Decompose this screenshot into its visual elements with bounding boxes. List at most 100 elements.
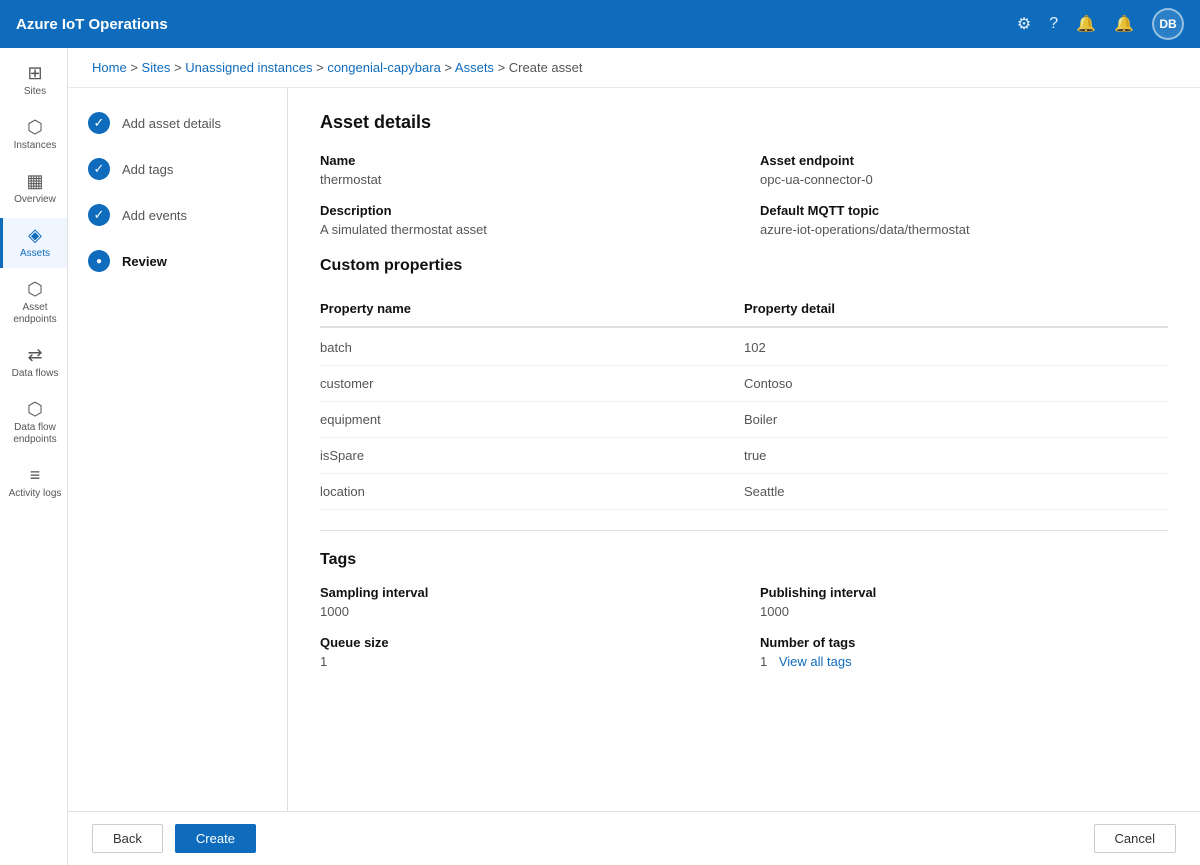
- prop-val-isspare: true: [744, 448, 1168, 463]
- prop-val-batch: 102: [744, 340, 1168, 355]
- wizard-step-label-review: Review: [122, 254, 167, 269]
- topnav-icons: ⚙ ? 🔔 🔔 DB: [1017, 8, 1184, 40]
- breadcrumb-home[interactable]: Home: [92, 60, 127, 75]
- prop-row-location: location Seattle: [320, 474, 1168, 510]
- prop-key-batch: batch: [320, 340, 744, 355]
- sidebar-label-instances: Instances: [14, 140, 57, 152]
- create-button[interactable]: Create: [175, 824, 256, 853]
- field-sampling-interval: Sampling interval 1000: [320, 585, 728, 619]
- prop-key-isspare: isSpare: [320, 448, 744, 463]
- sites-icon: ⊞: [27, 64, 42, 82]
- field-description-value: A simulated thermostat asset: [320, 222, 728, 237]
- prop-key-equipment: equipment: [320, 412, 744, 427]
- sampling-interval-value: 1000: [320, 604, 728, 619]
- field-queue-size: Queue size 1: [320, 635, 728, 669]
- main-layout: ⊞ Sites ⬡ Instances ▦ Overview ◈ Assets …: [0, 48, 1200, 865]
- breadcrumb-congenial-capybara[interactable]: congenial-capybara: [327, 60, 440, 75]
- wizard-step-label-add-events: Add events: [122, 208, 187, 223]
- tags-section: Sampling interval 1000 Publishing interv…: [320, 585, 1168, 669]
- wizard-step-icon-review: ●: [88, 250, 110, 272]
- publishing-interval-label: Publishing interval: [760, 585, 1168, 600]
- section-divider: [320, 530, 1168, 531]
- prop-row-isspare: isSpare true: [320, 438, 1168, 474]
- wizard-step-add-events[interactable]: Add events: [88, 204, 267, 226]
- wizard-step-review[interactable]: ● Review: [88, 250, 267, 272]
- notification-icon[interactable]: 🔔: [1114, 14, 1134, 34]
- field-name-value: thermostat: [320, 172, 728, 187]
- prop-header-row: Property name Property detail: [320, 291, 1168, 328]
- field-description-label: Description: [320, 203, 728, 218]
- data-flows-icon: ⇄: [27, 346, 42, 364]
- help-icon[interactable]: ?: [1049, 15, 1058, 33]
- prop-row-batch: batch 102: [320, 330, 1168, 366]
- field-name: Name thermostat: [320, 153, 728, 187]
- sidebar-item-data-flows[interactable]: ⇄ Data flows: [0, 338, 67, 388]
- prop-key-customer: customer: [320, 376, 744, 391]
- sidebar: ⊞ Sites ⬡ Instances ▦ Overview ◈ Assets …: [0, 48, 68, 865]
- prop-val-equipment: Boiler: [744, 412, 1168, 427]
- cancel-button[interactable]: Cancel: [1094, 824, 1176, 853]
- number-of-tags-value: 1 View all tags: [760, 654, 1168, 669]
- queue-size-value: 1: [320, 654, 728, 669]
- breadcrumb-unassigned-instances[interactable]: Unassigned instances: [185, 60, 312, 75]
- tags-count: 1: [760, 654, 767, 669]
- sidebar-item-overview[interactable]: ▦ Overview: [0, 164, 67, 214]
- field-name-label: Name: [320, 153, 728, 168]
- sidebar-label-overview: Overview: [14, 194, 56, 206]
- checkmark-icon: [94, 115, 105, 131]
- wizard-steps: Add asset details Add tags Add events: [68, 88, 288, 811]
- dot-icon: ●: [96, 256, 102, 267]
- sidebar-item-data-flow-endpoints[interactable]: ⬡ Data flow endpoints: [0, 392, 67, 454]
- activity-logs-icon: ≡: [30, 466, 41, 484]
- field-default-mqtt-topic-label: Default MQTT topic: [760, 203, 1168, 218]
- asset-endpoints-icon: ⬡: [27, 280, 43, 298]
- topnav: Azure IoT Operations ⚙ ? 🔔 🔔 DB: [0, 0, 1200, 48]
- breadcrumb-current: Create asset: [509, 60, 583, 75]
- wizard-step-add-tags[interactable]: Add tags: [88, 158, 267, 180]
- prop-row-customer: customer Contoso: [320, 366, 1168, 402]
- prop-val-customer: Contoso: [744, 376, 1168, 391]
- tags-field-grid: Sampling interval 1000 Publishing interv…: [320, 585, 1168, 669]
- wizard-step-icon-add-events: [88, 204, 110, 226]
- sidebar-label-assets: Assets: [20, 248, 50, 260]
- breadcrumb-sites[interactable]: Sites: [142, 60, 171, 75]
- checkmark-icon-2: [94, 161, 105, 177]
- view-all-tags-link[interactable]: View all tags: [779, 654, 852, 669]
- field-description: Description A simulated thermostat asset: [320, 203, 728, 237]
- settings-icon[interactable]: ⚙: [1017, 14, 1031, 34]
- feedback-icon[interactable]: 🔔: [1076, 14, 1096, 34]
- checkmark-icon-3: [94, 207, 105, 223]
- sidebar-item-instances[interactable]: ⬡ Instances: [0, 110, 67, 160]
- queue-size-label: Queue size: [320, 635, 728, 650]
- wizard-step-label-add-tags: Add tags: [122, 162, 173, 177]
- number-of-tags-label: Number of tags: [760, 635, 1168, 650]
- publishing-interval-value: 1000: [760, 604, 1168, 619]
- back-button[interactable]: Back: [92, 824, 163, 853]
- field-publishing-interval: Publishing interval 1000: [760, 585, 1168, 619]
- app-title: Azure IoT Operations: [16, 16, 1005, 33]
- footer: Back Create Cancel: [68, 811, 1200, 865]
- content-area: Home > Sites > Unassigned instances > co…: [68, 48, 1200, 865]
- user-avatar[interactable]: DB: [1152, 8, 1184, 40]
- asset-details-title: Asset details: [320, 112, 1168, 133]
- sidebar-item-sites[interactable]: ⊞ Sites: [0, 56, 67, 106]
- breadcrumb-assets[interactable]: Assets: [455, 60, 494, 75]
- tags-section-title: Tags: [320, 551, 1168, 569]
- sidebar-item-activity-logs[interactable]: ≡ Activity logs: [0, 458, 67, 508]
- wizard-step-label-add-asset-details: Add asset details: [122, 116, 221, 131]
- sidebar-label-data-flows: Data flows: [12, 368, 59, 380]
- wizard-layout: Add asset details Add tags Add events: [68, 88, 1200, 811]
- prop-header-detail: Property detail: [744, 301, 1168, 316]
- wizard-step-add-asset-details[interactable]: Add asset details: [88, 112, 267, 134]
- prop-header-name: Property name: [320, 301, 744, 316]
- detail-panel: Asset details Name thermostat Asset endp…: [288, 88, 1200, 811]
- sidebar-item-asset-endpoints[interactable]: ⬡ Asset endpoints: [0, 272, 67, 334]
- field-asset-endpoint: Asset endpoint opc-ua-connector-0: [760, 153, 1168, 187]
- sidebar-label-data-flow-endpoints: Data flow endpoints: [7, 422, 63, 446]
- field-number-of-tags: Number of tags 1 View all tags: [760, 635, 1168, 669]
- overview-icon: ▦: [26, 172, 43, 190]
- prop-val-location: Seattle: [744, 484, 1168, 499]
- sidebar-label-asset-endpoints: Asset endpoints: [7, 302, 63, 326]
- field-asset-endpoint-value: opc-ua-connector-0: [760, 172, 1168, 187]
- sidebar-item-assets[interactable]: ◈ Assets: [0, 218, 67, 268]
